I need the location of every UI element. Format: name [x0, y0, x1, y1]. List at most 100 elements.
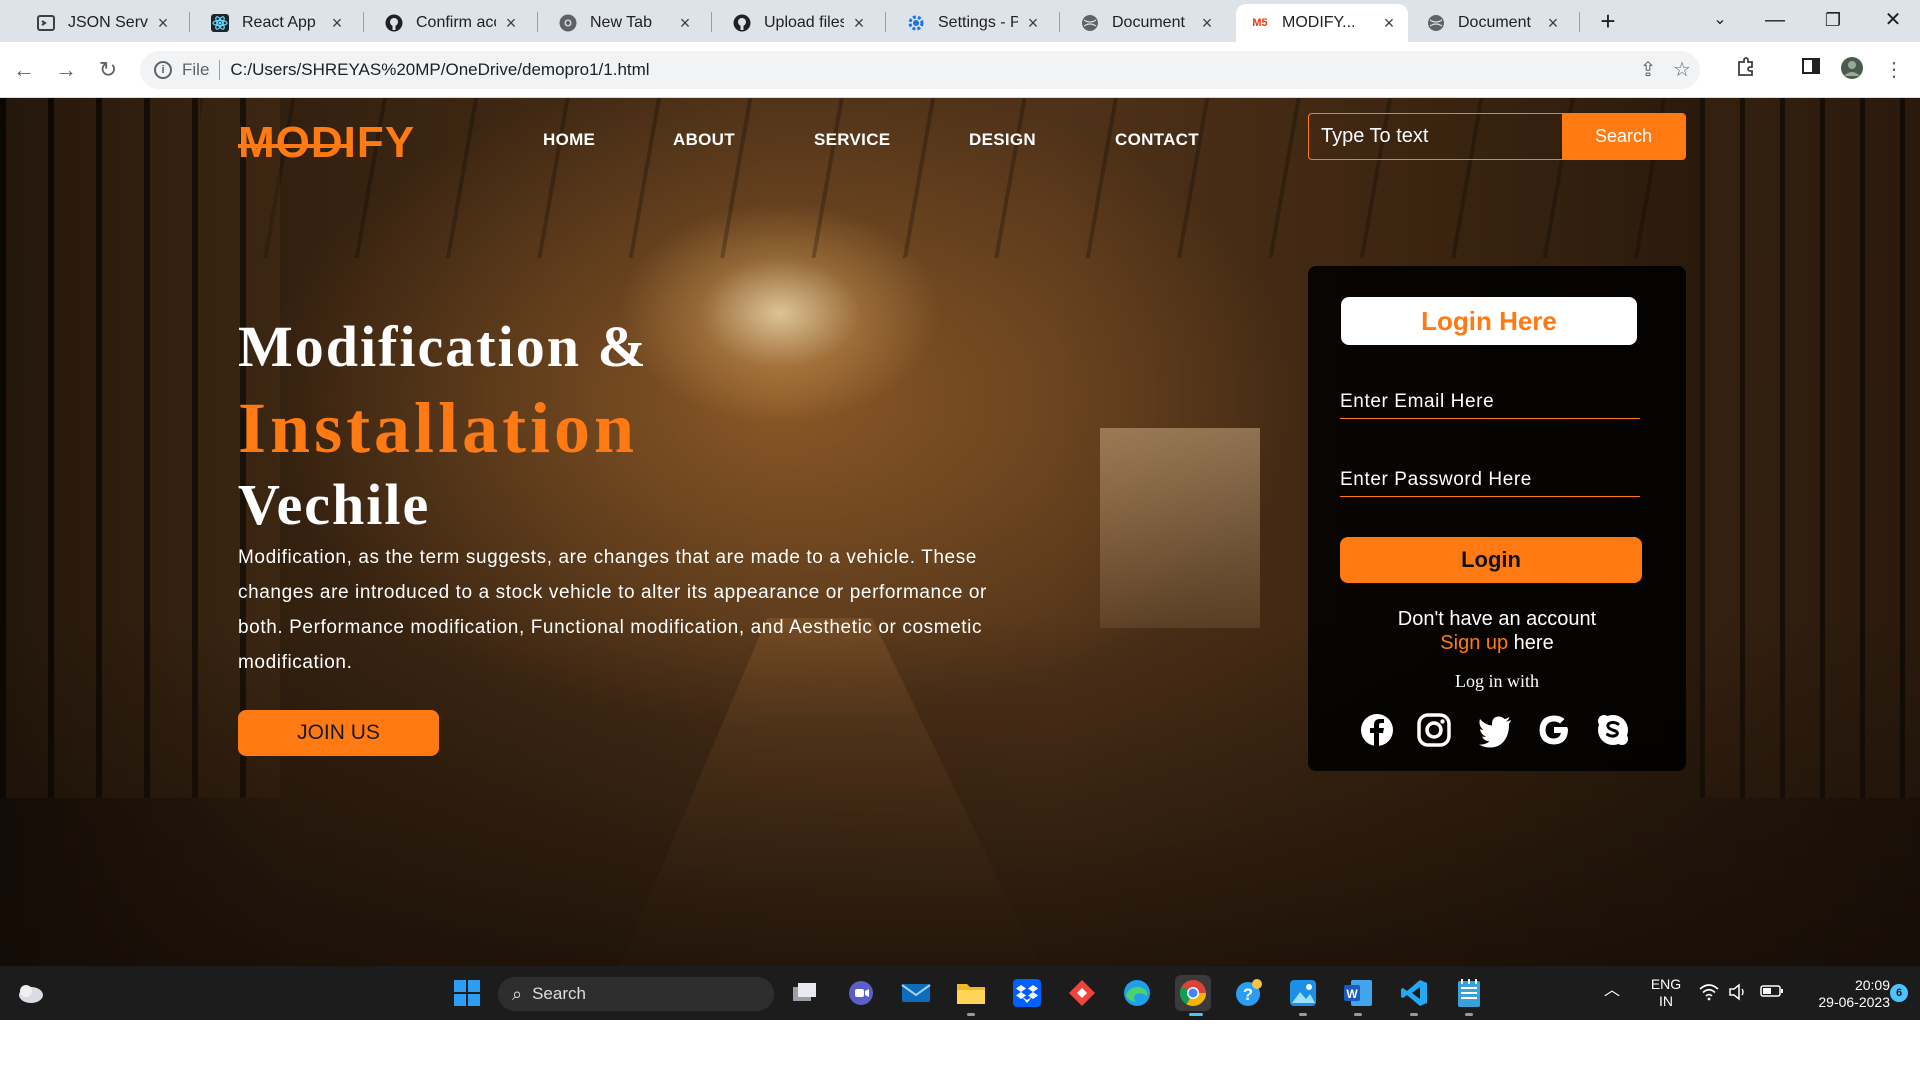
tab-search-chevron-icon[interactable]: ⌄: [1700, 4, 1740, 36]
reload-icon[interactable]: ↻: [94, 56, 122, 84]
close-icon[interactable]: ×: [1024, 14, 1042, 32]
email-field[interactable]: [1340, 385, 1640, 419]
login-title: Login Here: [1341, 297, 1637, 345]
tab-settings[interactable]: Settings - Pa ×: [892, 4, 1052, 42]
tab-divider: [363, 12, 364, 32]
share-icon[interactable]: ⇪: [1636, 58, 1660, 82]
modify-webpage: MODIFY HOME ABOUT SERVICE DESIGN CONTACT…: [0, 98, 1920, 966]
edge-icon[interactable]: [1119, 975, 1155, 1011]
join-us-button[interactable]: JOIN US: [238, 710, 439, 756]
url-text[interactable]: C:/Users/SHREYAS%20MP/OneDrive/demopro1/…: [230, 60, 649, 80]
show-hidden-icons-chevron-icon[interactable]: ︿: [1604, 982, 1620, 999]
tab-react-app[interactable]: React App ×: [196, 4, 356, 42]
tab-document[interactable]: Document ×: [1066, 4, 1226, 42]
wifi-icon[interactable]: [1699, 983, 1719, 1005]
close-icon[interactable]: ×: [850, 14, 868, 32]
nav-design[interactable]: DESIGN: [969, 130, 1036, 150]
svg-text:W: W: [1346, 987, 1358, 1001]
anydesk-icon[interactable]: [1064, 975, 1100, 1011]
close-icon[interactable]: ×: [1544, 14, 1562, 32]
tab-new-tab[interactable]: New Tab ×: [544, 4, 704, 42]
clock-date: 29-06-2023: [1818, 994, 1890, 1010]
tab-title: React App: [242, 14, 316, 31]
file-explorer-icon[interactable]: [953, 975, 989, 1011]
twitter-icon[interactable]: [1477, 712, 1513, 748]
tab-modify[interactable]: M5 MODIFY... ×: [1236, 4, 1408, 42]
dropbox-icon[interactable]: [1009, 975, 1045, 1011]
site-search: Search: [1308, 113, 1686, 160]
notepad-icon[interactable]: [1451, 975, 1487, 1011]
more-menu-icon[interactable]: ⋮: [1880, 56, 1908, 84]
app-running-indicator: [1299, 1013, 1307, 1016]
login-button[interactable]: Login: [1340, 537, 1642, 583]
facebook-icon[interactable]: [1359, 712, 1395, 748]
tab-title: Document: [1112, 14, 1185, 31]
clock[interactable]: 20:09 29-06-2023: [1794, 977, 1890, 1011]
extensions-puzzle-icon[interactable]: [1732, 56, 1760, 84]
search-button[interactable]: Search: [1562, 114, 1685, 159]
no-account-text: Don't have an account: [1397, 608, 1597, 630]
notification-badge[interactable]: 6: [1890, 984, 1908, 1002]
close-icon[interactable]: ×: [676, 14, 694, 32]
react-icon: [210, 13, 230, 33]
close-window-icon[interactable]: ✕: [1873, 4, 1913, 36]
tab-title: Document: [1458, 14, 1531, 31]
google-icon[interactable]: [1536, 712, 1572, 748]
garage-right-wall-background: [1700, 98, 1920, 798]
signup-link[interactable]: Sign up: [1440, 632, 1508, 654]
close-icon[interactable]: ×: [328, 14, 346, 32]
mail-icon[interactable]: [898, 975, 934, 1011]
address-bar[interactable]: i File C:/Users/SHREYAS%20MP/OneDrive/de…: [140, 51, 1700, 89]
teams-chat-icon[interactable]: [843, 975, 879, 1011]
task-view-icon[interactable]: [787, 975, 823, 1011]
garage-truck-background: [1100, 428, 1260, 628]
taskbar-search[interactable]: ⌕ Search: [498, 977, 774, 1011]
side-panel-icon[interactable]: [1797, 56, 1825, 84]
tab-title: Upload files: [764, 14, 844, 31]
site-logo[interactable]: MODIFY: [238, 118, 415, 168]
battery-icon[interactable]: [1760, 984, 1784, 1002]
bookmark-star-icon[interactable]: ☆: [1670, 58, 1694, 82]
search-input[interactable]: [1309, 114, 1562, 159]
weather-cloud-icon[interactable]: [12, 975, 48, 1011]
nav-home[interactable]: HOME: [543, 130, 595, 150]
tab-title: New Tab: [590, 14, 652, 31]
info-icon[interactable]: i: [154, 61, 172, 79]
close-icon[interactable]: ×: [1380, 14, 1398, 32]
tab-document-2[interactable]: Document ×: [1412, 4, 1572, 42]
chrome-icon[interactable]: [1175, 975, 1211, 1011]
forward-icon[interactable]: →: [52, 56, 80, 84]
instagram-icon[interactable]: [1416, 712, 1452, 748]
nav-contact[interactable]: CONTACT: [1115, 130, 1199, 150]
vscode-icon[interactable]: [1396, 975, 1432, 1011]
nav-about[interactable]: ABOUT: [673, 130, 735, 150]
tab-divider: [1059, 12, 1060, 32]
minimize-icon[interactable]: —: [1755, 4, 1795, 36]
close-icon[interactable]: ×: [1198, 14, 1216, 32]
tab-upload-files[interactable]: Upload files ×: [718, 4, 878, 42]
nav-service[interactable]: SERVICE: [814, 130, 890, 150]
login-card: Login Here Login Don't have an account S…: [1308, 266, 1686, 771]
profile-avatar[interactable]: [1838, 56, 1866, 84]
windows-taskbar: ⌕ Search ? W ︿ ENG IN 20:09 29-06-2023 6: [0, 966, 1920, 1020]
new-tab-button[interactable]: +: [1593, 7, 1623, 37]
tab-confirm-account[interactable]: Confirm acc ×: [370, 4, 530, 42]
close-icon[interactable]: ×: [154, 14, 172, 32]
help-icon[interactable]: ?: [1230, 975, 1266, 1011]
language-indicator[interactable]: ENG IN: [1648, 976, 1684, 1010]
windows-start-icon[interactable]: [449, 975, 485, 1011]
chrome-icon: [558, 13, 578, 33]
close-icon[interactable]: ×: [502, 14, 520, 32]
volume-icon[interactable]: [1728, 983, 1748, 1005]
tab-divider: [885, 12, 886, 32]
photos-icon[interactable]: [1285, 975, 1321, 1011]
restore-icon[interactable]: ❐: [1813, 4, 1853, 36]
tab-json-server[interactable]: JSON Server ×: [22, 4, 182, 42]
clock-time: 20:09: [1854, 977, 1890, 993]
tab-title: JSON Server: [68, 14, 148, 31]
back-icon[interactable]: ←: [10, 56, 38, 84]
word-icon[interactable]: W: [1340, 975, 1376, 1011]
password-field[interactable]: [1340, 463, 1640, 497]
skype-icon[interactable]: [1595, 712, 1631, 748]
taskbar-search-label: Search: [532, 984, 586, 1003]
